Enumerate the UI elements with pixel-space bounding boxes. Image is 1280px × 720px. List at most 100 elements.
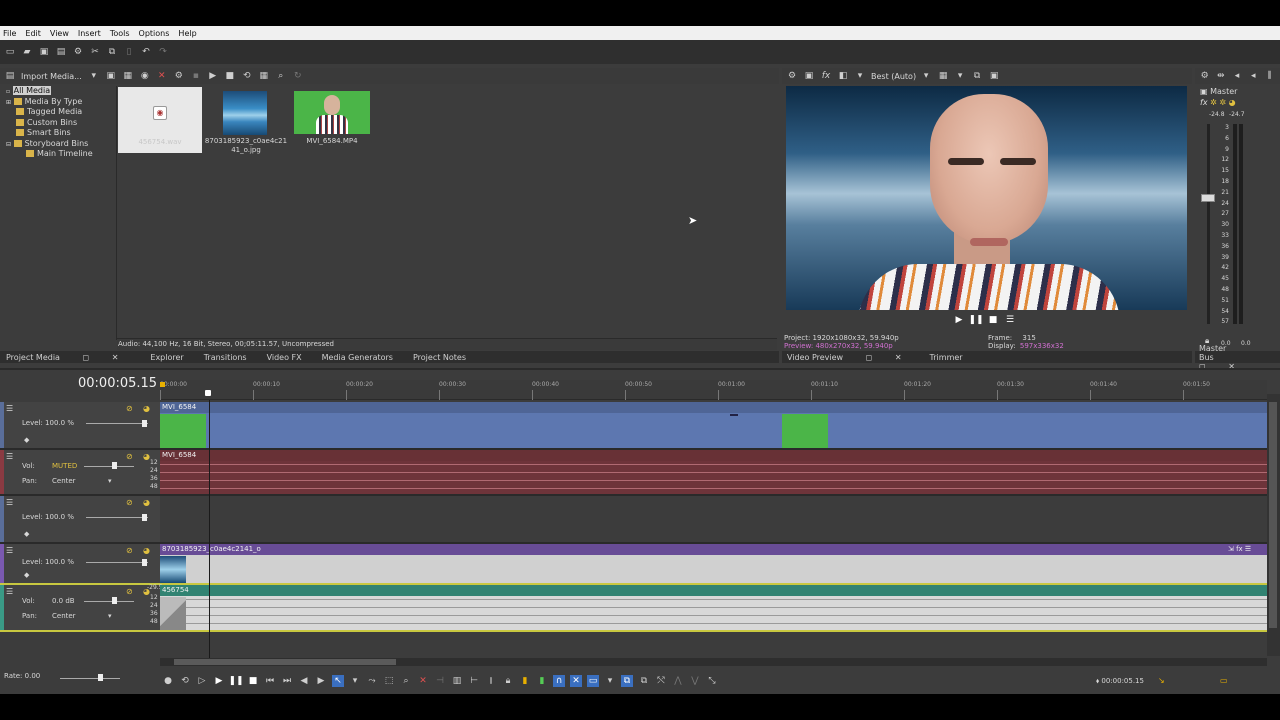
pause-icon[interactable]: ❚❚ bbox=[228, 675, 243, 687]
loop-icon[interactable]: ⟲ bbox=[179, 675, 191, 687]
clip-header[interactable] bbox=[160, 450, 1267, 461]
play-icon[interactable]: ▶ bbox=[953, 314, 965, 326]
fx-icon[interactable]: fx bbox=[1200, 98, 1208, 107]
pan-slider-handle[interactable]: ▾ bbox=[108, 612, 112, 620]
menu-options[interactable]: Options bbox=[139, 29, 170, 38]
stop-icon[interactable]: ■ bbox=[987, 314, 999, 326]
tree-item-main-timeline[interactable]: Main Timeline bbox=[6, 149, 116, 160]
audio-fade-in[interactable] bbox=[160, 597, 186, 630]
timecode-display[interactable]: 00:00:05.15 bbox=[78, 376, 157, 391]
go-to-end-icon[interactable]: ⏭ bbox=[281, 675, 293, 687]
mute-icon[interactable]: ✲ bbox=[1210, 98, 1217, 107]
solo-icon[interactable]: ◕ bbox=[143, 498, 150, 507]
tab-video-preview[interactable]: Video Preview ◻ ✕ bbox=[787, 353, 922, 362]
ignore-grouping-icon[interactable]: ⧉ bbox=[638, 675, 650, 687]
stop-icon[interactable]: ■ bbox=[224, 70, 236, 82]
fade-out-icon[interactable]: ⋁ bbox=[689, 675, 701, 687]
copy-snapshot-icon[interactable]: ⧉ bbox=[971, 70, 983, 82]
event-edge-icons[interactable]: ⇲ fx ☰ bbox=[1228, 545, 1251, 553]
volume-slider[interactable] bbox=[84, 601, 134, 602]
time-ruler[interactable]: 00:00:00 00:00:10 00:00:20 00:00:30 00:00:40… bbox=[160, 380, 1267, 400]
go-to-start-icon[interactable]: ⏮ bbox=[264, 675, 276, 687]
tree-item-all-media[interactable]: ▫ All Media bbox=[6, 86, 116, 97]
lock-icon[interactable]: 🔒︎ bbox=[502, 675, 514, 687]
downmix-icon[interactable]: ◂ bbox=[1231, 70, 1242, 82]
play-icon[interactable]: ▶ bbox=[207, 70, 219, 82]
mute-icon[interactable]: ⊘ bbox=[126, 546, 133, 555]
play-icon[interactable]: ▶ bbox=[213, 675, 225, 687]
tree-item-tagged-media[interactable]: Tagged Media bbox=[6, 107, 116, 118]
pan-slider-handle[interactable]: ▾ bbox=[108, 477, 112, 485]
split-screen-icon[interactable]: ◧ bbox=[837, 70, 849, 82]
track-menu-icon[interactable]: ☰ bbox=[6, 404, 13, 413]
marker-icon[interactable]: ▮ bbox=[519, 675, 531, 687]
redo-icon[interactable]: ↷ bbox=[157, 46, 169, 58]
level-slider-handle[interactable] bbox=[142, 420, 147, 427]
selection-tool-icon[interactable]: ⬚ bbox=[383, 675, 395, 687]
vertical-scroll-thumb[interactable] bbox=[1269, 402, 1277, 628]
level-slider-handle[interactable] bbox=[142, 558, 147, 566]
track-separator[interactable] bbox=[0, 630, 1267, 632]
new-project-icon[interactable]: ▭ bbox=[4, 46, 16, 58]
track-menu-icon[interactable]: ☰ bbox=[6, 587, 13, 596]
lock-envelopes-icon[interactable]: ⧉ bbox=[621, 675, 633, 687]
track-lane[interactable]: MVI_6584 bbox=[160, 402, 1267, 448]
tab-transitions[interactable]: Transitions bbox=[204, 353, 247, 362]
level-slider-handle[interactable] bbox=[142, 514, 147, 521]
menu-tools[interactable]: Tools bbox=[110, 29, 130, 38]
tab-project-media[interactable]: Project Media ◻ ✕ bbox=[6, 353, 138, 362]
solo-icon[interactable]: ◕ bbox=[143, 404, 150, 413]
refresh-icon[interactable]: ↻ bbox=[292, 70, 304, 82]
tab-close-icon[interactable]: ✕ bbox=[895, 353, 902, 362]
views-icon[interactable]: ▦ bbox=[258, 70, 270, 82]
open-icon[interactable]: ▰ bbox=[21, 46, 33, 58]
mute-icon[interactable]: ⊘ bbox=[126, 498, 133, 507]
media-item-jpg[interactable] bbox=[223, 91, 267, 135]
track-header[interactable]: ☰ ⊘ ◕ Vol: MUTED Pan: Center ▾ 12 24 36 48 bbox=[0, 450, 160, 494]
volume-slider[interactable] bbox=[84, 466, 134, 467]
preview-quality-dropdown[interactable]: Best (Auto) bbox=[871, 72, 916, 81]
previous-frame-icon[interactable]: ◀ bbox=[298, 675, 310, 687]
menu-view[interactable]: View bbox=[50, 29, 69, 38]
selection-icon[interactable]: ↘ bbox=[1158, 676, 1165, 685]
tab-video-fx[interactable]: Video FX bbox=[267, 353, 302, 362]
effects-icon[interactable]: ▪ bbox=[190, 70, 202, 82]
media-item-mp4[interactable] bbox=[294, 91, 370, 134]
play-from-start-icon[interactable]: ▷ bbox=[196, 675, 208, 687]
compositing-icon[interactable]: ◆ bbox=[24, 571, 29, 579]
rate-slider-handle[interactable] bbox=[98, 674, 103, 681]
split-icon[interactable]: ⫾ bbox=[485, 675, 497, 687]
tab-undock-icon[interactable]: ◻ bbox=[83, 353, 90, 362]
event-pan-icon[interactable]: ⤡ bbox=[706, 675, 718, 687]
tab-undock-icon[interactable]: ◻ bbox=[866, 353, 873, 362]
dropdown-icon[interactable]: ▾ bbox=[349, 675, 361, 687]
menu-file[interactable]: File bbox=[3, 29, 16, 38]
mute-icon[interactable]: ⊘ bbox=[126, 452, 133, 461]
dropdown-icon[interactable]: ▾ bbox=[920, 70, 932, 82]
envelope-tool-icon[interactable]: ⤳ bbox=[366, 675, 378, 687]
media-item-wav[interactable]: ◉ 456754.wav bbox=[118, 87, 202, 153]
clip-header[interactable] bbox=[160, 402, 1267, 413]
tree-item-media-by-type[interactable]: ⊞ Media By Type bbox=[6, 97, 116, 108]
track-header[interactable]: ☰ ⊘ ◕ Level: 100.0 % ◆ bbox=[0, 402, 160, 448]
trim-end-icon[interactable]: ⊢ bbox=[468, 675, 480, 687]
dim-output-icon[interactable]: ◂ bbox=[1248, 70, 1259, 82]
track-header[interactable]: ☰ ⊘ ◕ Vol: 0.0 dB Pan: Center ▾ -29.5 12 24 36 48 bbox=[0, 584, 163, 630]
mixer-icon[interactable]: ⫼ bbox=[1264, 70, 1275, 82]
auto-ripple-icon[interactable]: ⤲ bbox=[655, 675, 667, 687]
normal-edit-tool-icon[interactable]: ↖ bbox=[332, 675, 344, 687]
clip-header[interactable] bbox=[160, 544, 1267, 555]
solo-icon[interactable]: ◕ bbox=[143, 546, 150, 555]
tab-explorer[interactable]: Explorer bbox=[150, 353, 183, 362]
pause-icon[interactable]: ❚❚ bbox=[968, 314, 983, 326]
dropdown-icon[interactable]: ▾ bbox=[88, 70, 100, 82]
record-icon[interactable]: ● bbox=[162, 675, 174, 687]
dropdown-icon[interactable]: ▾ bbox=[854, 70, 866, 82]
save-icon[interactable]: ▣ bbox=[38, 46, 50, 58]
region-icon[interactable]: ▮ bbox=[536, 675, 548, 687]
track-header[interactable]: ☰ ⊘ ◕ Level: 100.0 % ◆ bbox=[0, 544, 160, 583]
loop-marker[interactable] bbox=[160, 382, 165, 387]
menu-insert[interactable]: Insert bbox=[78, 29, 101, 38]
get-media-icon[interactable]: ▦ bbox=[122, 70, 134, 82]
snapping-icon[interactable]: ∩ bbox=[553, 675, 565, 687]
